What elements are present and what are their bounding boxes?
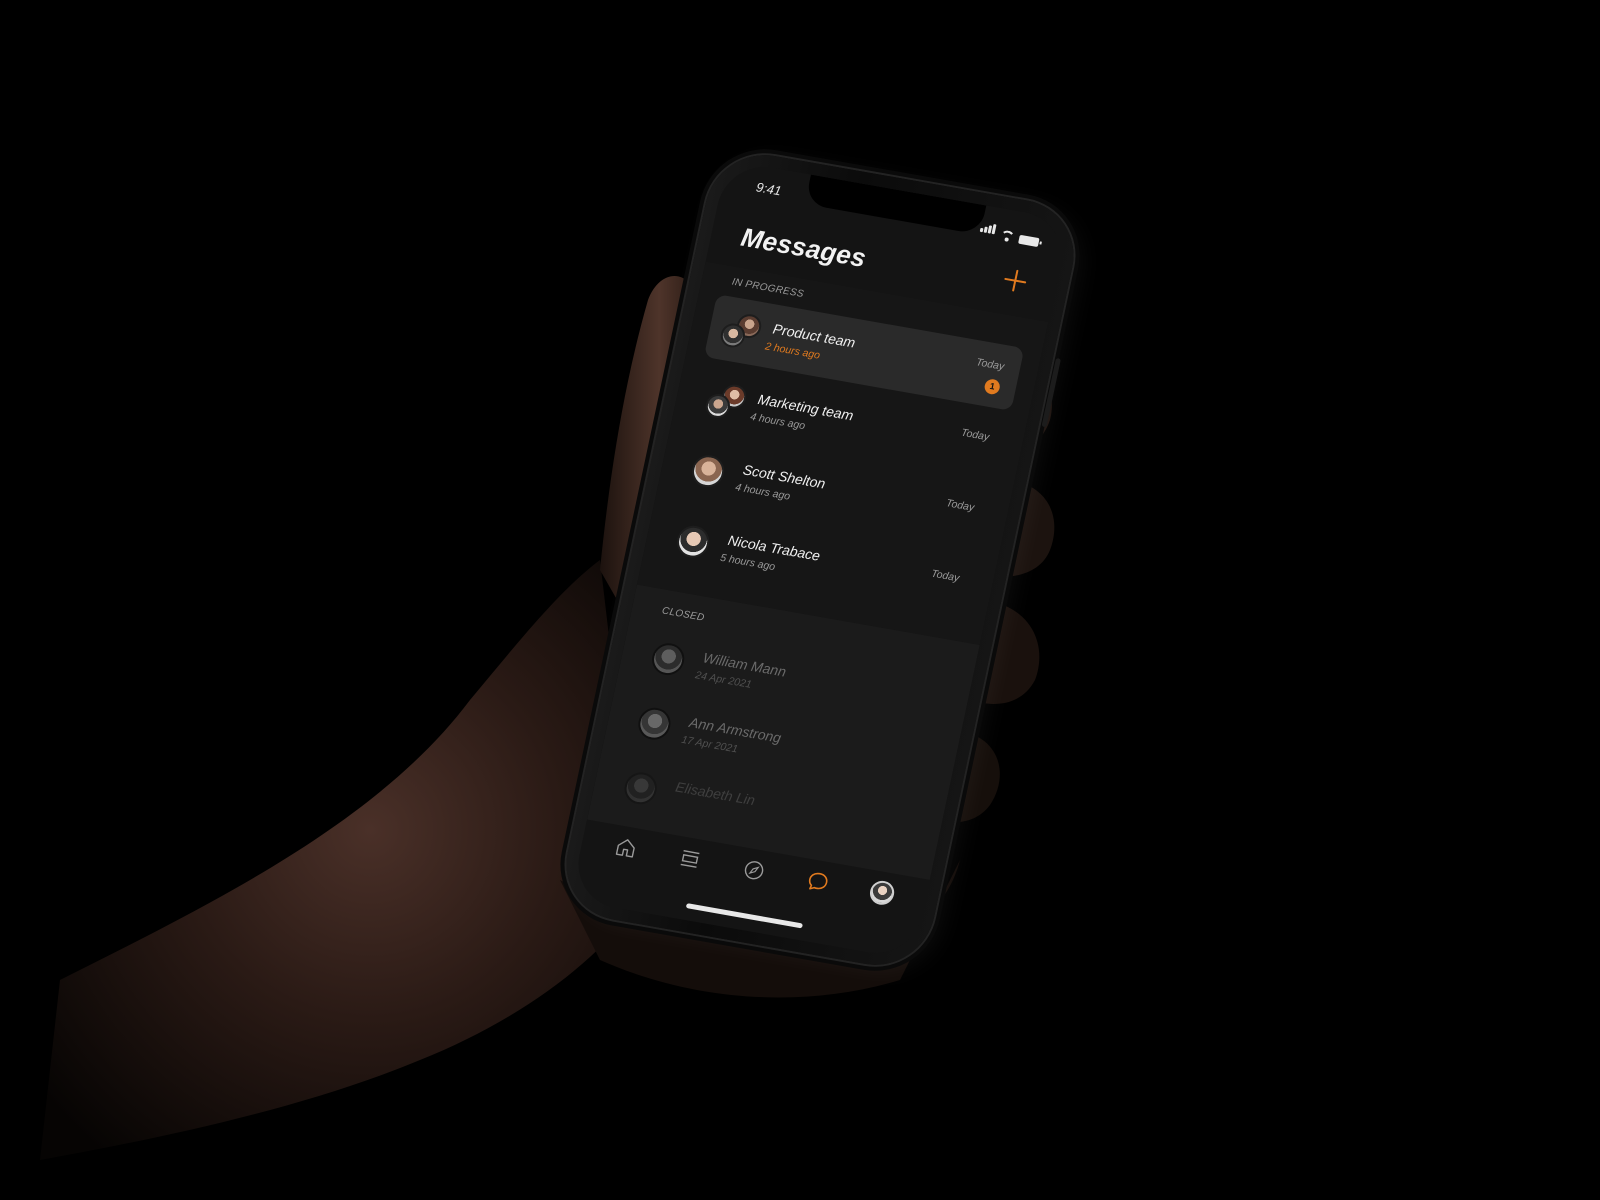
avatar: [674, 523, 713, 561]
conversation-date: Today: [945, 497, 976, 514]
avatar-wrapper: [648, 639, 695, 683]
group-avatar: [703, 380, 750, 424]
tab-messages[interactable]: [801, 865, 834, 897]
avatar-wrapper: [634, 703, 681, 747]
status-time: 9:41: [754, 179, 783, 199]
status-icons: [979, 219, 1042, 248]
scene: 9:41 Messages IN PROGRESS Product team 2…: [0, 0, 1600, 1200]
avatar: [635, 705, 674, 743]
avatar-wrapper: [673, 521, 720, 565]
avatar-wrapper: [688, 451, 735, 495]
avatar-wrapper: [621, 768, 668, 812]
home-icon: [616, 839, 636, 858]
tab-home[interactable]: [610, 832, 643, 864]
battery-icon: [1018, 234, 1040, 248]
conversation-date: Today: [930, 567, 961, 585]
add-message-button[interactable]: [1000, 266, 1031, 296]
profile-avatar: [867, 878, 896, 907]
tab-profile[interactable]: [865, 877, 898, 909]
avatar: [649, 640, 688, 678]
signal-icon: [979, 219, 999, 239]
unread-badge: 1: [983, 378, 1002, 396]
conversation-date: Today: [975, 356, 1006, 373]
tab-explore[interactable]: [737, 854, 770, 886]
home-indicator: [685, 903, 804, 929]
page-title: Messages: [738, 221, 869, 274]
tab-feed[interactable]: [674, 843, 707, 875]
group-avatar: [718, 310, 765, 354]
list-icon: [680, 850, 700, 868]
conversation-date: Today: [960, 426, 991, 444]
avatar: [689, 452, 728, 490]
wifi-icon: [999, 230, 1015, 243]
avatar: [621, 769, 660, 807]
chat-icon: [808, 872, 828, 890]
conversation-name: Elisabeth Lin: [674, 778, 757, 809]
compass-icon: [744, 861, 764, 880]
